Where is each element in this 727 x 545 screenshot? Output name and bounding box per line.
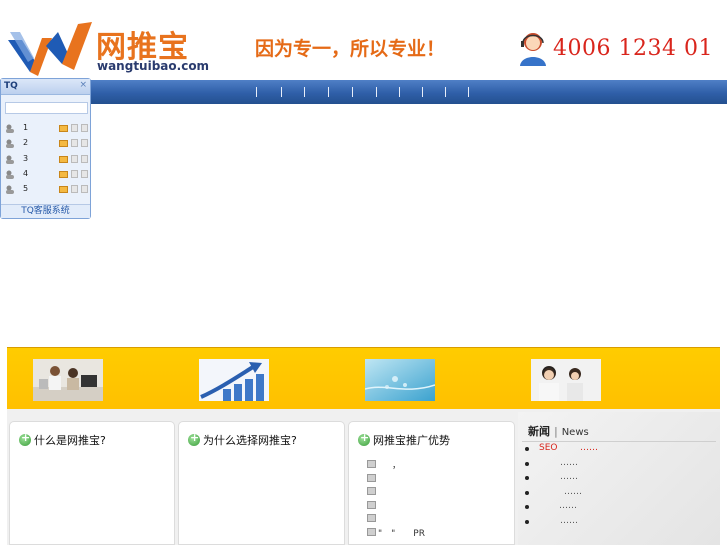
doc-icon[interactable] (71, 124, 78, 132)
nav-separator (281, 87, 282, 97)
bullet-icon (525, 505, 529, 510)
news-item-ellipsis: …… (564, 486, 582, 497)
doc-icon[interactable] (81, 169, 88, 178)
divider (522, 441, 716, 442)
close-icon[interactable]: × (79, 80, 87, 90)
bullet-icon (525, 476, 529, 481)
bullet-icon (525, 461, 529, 466)
family-computer-photo[interactable] (33, 359, 103, 401)
growth-chart-icon[interactable] (199, 359, 269, 401)
tq-search-input[interactable] (5, 102, 88, 114)
user-icon (6, 139, 14, 149)
nav-separator (445, 87, 446, 97)
news-item-ellipsis: …… (560, 472, 578, 483)
news-title-en: News (561, 427, 589, 438)
panel-title: 为什么选择网推宝? (203, 434, 297, 447)
tq-footer-link[interactable]: TQ客服系统 (1, 204, 90, 218)
list-item-text: ， (392, 461, 402, 471)
square-bullet-icon (367, 514, 376, 523)
tq-user-row[interactable]: 3 (4, 152, 89, 167)
news-title-cn: 新闻 (528, 425, 550, 438)
panel-why: 为什么选择网推宝? (178, 421, 345, 545)
plus-circle-icon (19, 431, 31, 446)
mail-icon[interactable] (59, 186, 68, 194)
news-panel: 新闻 | News SEO…… …… …… …… …… …… (518, 412, 720, 545)
feature-banner (7, 347, 720, 409)
tq-user-number: 1 (23, 123, 29, 132)
tq-user-list: 1 2 3 4 5 (4, 121, 89, 197)
tq-chat-widget: TQ × 1 2 3 4 5 TQ客服系统 (0, 78, 91, 219)
doc-icon[interactable] (81, 124, 88, 132)
user-icon (6, 170, 14, 179)
mail-icon[interactable] (59, 170, 68, 178)
nav-separator (376, 87, 377, 97)
news-item-ellipsis: …… (580, 443, 598, 453)
user-icon (6, 185, 14, 195)
tq-user-number: 4 (23, 168, 29, 178)
mail-icon[interactable] (59, 140, 68, 148)
nav-separator (256, 87, 257, 97)
square-bullet-icon (367, 473, 376, 482)
customer-service-icon (520, 33, 546, 66)
doc-icon[interactable] (71, 154, 78, 163)
tq-user-row[interactable]: 4 (4, 167, 89, 182)
doc-icon[interactable] (81, 185, 88, 194)
news-item-ellipsis: …… (559, 501, 577, 512)
plus-circle-icon (358, 431, 370, 446)
square-bullet-icon (367, 460, 376, 468)
tq-user-number: 2 (23, 138, 29, 148)
doc-icon[interactable] (71, 169, 78, 178)
bullet-icon (525, 519, 529, 524)
tq-user-row[interactable]: 1 (4, 121, 89, 136)
user-icon (6, 124, 14, 133)
mail-icon[interactable] (59, 155, 68, 163)
news-item-ellipsis: …… (560, 457, 578, 468)
bullet-icon (525, 447, 529, 451)
slogan: 因为专一，所以专业！ (255, 38, 446, 60)
news-item-ellipsis: …… (560, 515, 578, 526)
panel-about: 什么是网推宝? (9, 421, 175, 545)
user-icon (6, 155, 14, 164)
square-bullet-icon (367, 500, 376, 509)
panel-advantages: 网推宝推广优势 ， " " PR (348, 421, 515, 545)
doc-icon[interactable] (81, 154, 88, 163)
nav-separator (422, 87, 423, 97)
tq-header[interactable]: TQ × (1, 79, 90, 95)
nav-separator (352, 87, 353, 97)
panel-heading[interactable]: 为什么选择网推宝? (188, 431, 297, 448)
tq-title: TQ (4, 81, 18, 91)
tq-user-number: 5 (23, 184, 29, 194)
panel-heading[interactable]: 什么是网推宝? (19, 431, 106, 448)
tq-user-number: 3 (23, 153, 29, 163)
news-item-title[interactable]: SEO (539, 443, 557, 453)
logo-mark-icon[interactable] (8, 18, 94, 76)
doc-icon[interactable] (71, 139, 78, 148)
site-header: 网推宝 wangtuibao.com 因为专一，所以专业！ 4006 1234 … (0, 0, 727, 80)
news-heading[interactable]: 新闻 | News (528, 423, 589, 439)
panel-title: 网推宝推广优势 (373, 434, 450, 447)
customer-service-photo[interactable] (531, 359, 601, 401)
bullet-icon (525, 490, 529, 495)
square-bullet-icon (367, 527, 376, 536)
hotline-number: 4006 1234 01 (553, 36, 713, 61)
plus-circle-icon (188, 431, 200, 446)
nav-separator (304, 87, 305, 97)
tq-user-row[interactable]: 2 (4, 136, 89, 151)
nav-separator (399, 87, 400, 97)
mail-icon[interactable] (59, 125, 68, 132)
doc-icon[interactable] (81, 139, 88, 148)
main-nav (0, 80, 727, 104)
tq-user-row[interactable]: 5 (4, 182, 89, 197)
page: 网推宝 wangtuibao.com 因为专一，所以专业！ 4006 1234 … (0, 0, 727, 545)
panel-heading[interactable]: 网推宝推广优势 (358, 431, 450, 448)
logo-domain: wangtuibao.com (97, 59, 210, 73)
square-bullet-icon (367, 487, 376, 496)
nav-separator (328, 87, 329, 97)
nav-separator (468, 87, 469, 97)
panel-title: 什么是网推宝? (34, 434, 106, 447)
blue-water-image[interactable] (365, 359, 435, 401)
list-item-text: " " PR (378, 528, 425, 539)
doc-icon[interactable] (71, 185, 78, 194)
